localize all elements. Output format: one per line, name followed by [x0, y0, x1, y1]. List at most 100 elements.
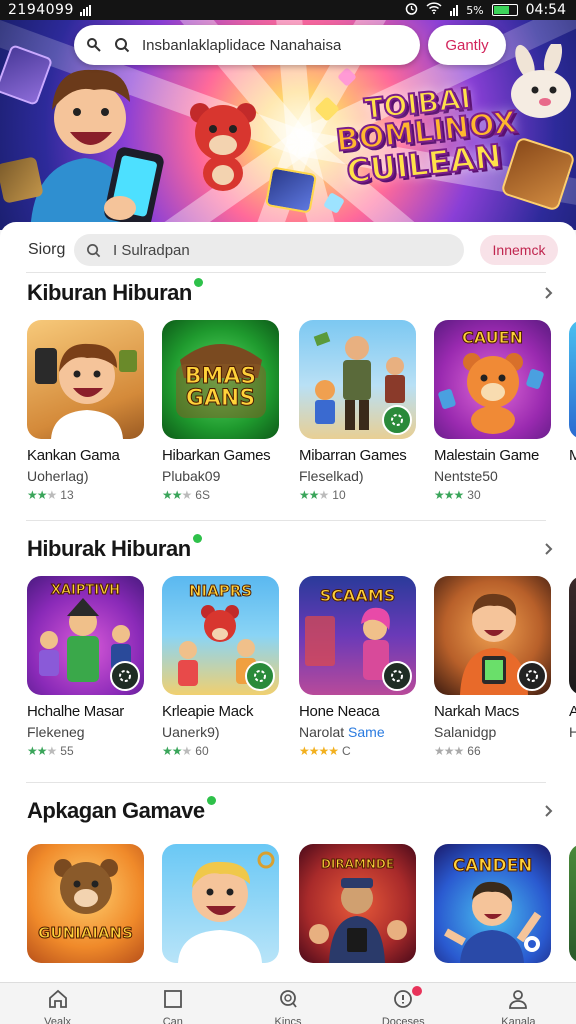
game-name: Malestain Game	[434, 447, 540, 464]
game-card[interactable]: BMAS GANS Hibarkan Games Plubak09 ★★★ 6S	[162, 320, 286, 502]
stars-icon: ★★★	[162, 744, 192, 758]
search-input[interactable]: I Sulradpan	[74, 234, 464, 266]
stars-icon: ★★★	[27, 488, 57, 502]
game-card[interactable]: DIRAMNDE	[299, 844, 423, 963]
game-title-art: GUNIAIANS	[38, 924, 134, 942]
game-icon[interactable]	[569, 576, 576, 695]
hero-action-button[interactable]: Gantly	[428, 25, 506, 65]
game-name: Krleapie Mack	[162, 703, 254, 720]
search-placeholder: I Sulradpan	[113, 241, 190, 259]
signal-icon	[79, 4, 91, 16]
game-card-partial[interactable]: M	[569, 320, 576, 464]
game-icon[interactable]	[569, 844, 576, 963]
chevron-right-icon[interactable]	[540, 800, 558, 822]
game-subtitle: Salanidgp	[434, 724, 497, 740]
game-name: Kankan Gama	[27, 447, 120, 464]
clock: 04:54	[525, 2, 566, 18]
game-icon[interactable]: SCAAMS	[299, 576, 416, 695]
game-icon[interactable]	[299, 320, 416, 439]
person-icon[interactable]	[507, 989, 529, 1014]
achievement-badge-icon	[245, 661, 275, 691]
hero-banner[interactable]: TOIBAI BOMLINOX CUILEAN Insbanlaklaplida…	[0, 20, 576, 230]
game-card[interactable]: GUNIAIANS	[27, 844, 151, 963]
game-name: Narkah Macs	[434, 703, 520, 720]
game-subtitle: H	[569, 724, 576, 740]
square-icon[interactable]	[163, 989, 183, 1014]
game-card[interactable]: SCAAMS Hone Neaca Narolat Same ★★★★ C	[299, 576, 423, 758]
game-icon[interactable]: BMAS GANS	[162, 320, 279, 439]
nav-label: Kanala	[501, 1016, 536, 1024]
divider	[26, 520, 546, 521]
nav-item-doceses[interactable]: Doceses	[346, 983, 461, 1024]
game-icon[interactable]	[434, 576, 551, 695]
bottom-navigation: Vealx Can Kincs Doceses Kanala	[0, 982, 576, 1024]
game-name: A	[569, 703, 576, 720]
nav-item-can[interactable]: Can	[115, 983, 230, 1024]
divider	[26, 272, 546, 273]
game-subtitle: Uoherlag)	[27, 468, 89, 484]
game-card[interactable]	[162, 844, 286, 963]
game-card[interactable]: NIAPRS Krleapie Mack Uanerk9) ★★★ 60	[162, 576, 286, 758]
nav-item-home[interactable]: Vealx	[0, 983, 115, 1024]
search-label: Siorg	[28, 241, 66, 258]
game-icon[interactable]	[162, 844, 279, 963]
nav-item-kincs[interactable]: Kincs	[230, 983, 345, 1024]
game-icon[interactable]: NIAPRS	[162, 576, 279, 695]
hero-title: TOIBAI BOMLINOX CUILEAN	[333, 81, 519, 192]
stars-icon: ★★★	[27, 744, 57, 758]
nav-label: Kincs	[274, 1016, 302, 1024]
home-icon[interactable]	[47, 989, 69, 1014]
game-rating: ★★★★ C	[299, 744, 351, 758]
game-name: Hone Neaca	[299, 703, 380, 720]
game-subtitle: Plubak09	[162, 468, 221, 484]
achievement-badge-icon	[110, 661, 140, 691]
notification-badge	[411, 986, 422, 996]
game-card[interactable]: Mibarran Games Fleselkad) ★★★ 10	[299, 320, 423, 502]
game-card[interactable]: CAUEN Malestain Game Nentste50 ★★★ 30	[434, 320, 558, 502]
game-subtitle: Flekeneg	[27, 724, 85, 740]
game-card[interactable]: XAIPTIVH Hchalhe Masar Flekeneg ★★★ 55	[27, 576, 151, 758]
game-icon[interactable]: DIRAMNDE	[299, 844, 416, 963]
tool-icon[interactable]	[86, 37, 102, 53]
game-subtitle: Nentste50	[434, 468, 498, 484]
game-card[interactable]: Narkah Macs Salanidgp ★★★ 66	[434, 576, 558, 758]
game-card[interactable]: CANDEN	[434, 844, 558, 963]
game-title-art: CAUEN	[462, 328, 524, 347]
divider	[26, 782, 546, 783]
game-icon[interactable]: GUNIAIANS	[27, 844, 144, 963]
battery-percent: 5%	[466, 3, 484, 17]
cell-signal-icon	[450, 4, 459, 16]
game-icon[interactable]	[27, 320, 144, 439]
game-icon[interactable]: CANDEN	[434, 844, 551, 963]
section-apkagan-gamave: Apkagan Gamave GUNIAIANS DIRAMNDE CANDEN	[0, 792, 576, 963]
achievement-badge-icon	[517, 929, 547, 959]
search-icon	[114, 37, 130, 53]
nav-label: Vealx	[44, 1016, 72, 1024]
search-icon[interactable]	[277, 989, 299, 1014]
achievement-badge-icon	[382, 661, 412, 691]
chevron-right-icon[interactable]	[540, 282, 558, 304]
game-icon[interactable]	[569, 320, 576, 439]
stars-icon: ★★★	[162, 488, 192, 502]
hero-search-text[interactable]: Insbanlaklaplidace Nanahaisa	[142, 37, 341, 54]
game-card[interactable]: Kankan Gama Uoherlag) ★★★ 13	[27, 320, 151, 502]
game-card-partial[interactable]	[569, 844, 576, 963]
game-rating: ★★★ 66	[434, 744, 481, 758]
chevron-right-icon[interactable]	[540, 538, 558, 560]
section-title: Kiburan Hiburan	[27, 278, 203, 306]
game-card-partial[interactable]: A H	[569, 576, 576, 740]
nav-item-kanala[interactable]: Kanala	[461, 983, 576, 1024]
stars-icon: ★★★	[434, 744, 464, 758]
search-action-button[interactable]: Innemck	[480, 235, 558, 265]
bear-character-illustration	[190, 103, 256, 191]
info-icon[interactable]	[392, 989, 414, 1014]
section-title: Apkagan Gamave	[27, 796, 216, 824]
stars-icon: ★★★	[434, 488, 464, 502]
nav-label: Can	[162, 1016, 183, 1024]
game-icon[interactable]: XAIPTIVH	[27, 576, 144, 695]
game-icon[interactable]: CAUEN	[434, 320, 551, 439]
hero-search-bar[interactable]: Insbanlaklaplidace Nanahaisa	[74, 25, 420, 65]
nav-label: Doceses	[381, 1016, 425, 1024]
new-dot	[193, 278, 203, 287]
status-bar: 2194099 5% 04:54	[0, 0, 576, 20]
